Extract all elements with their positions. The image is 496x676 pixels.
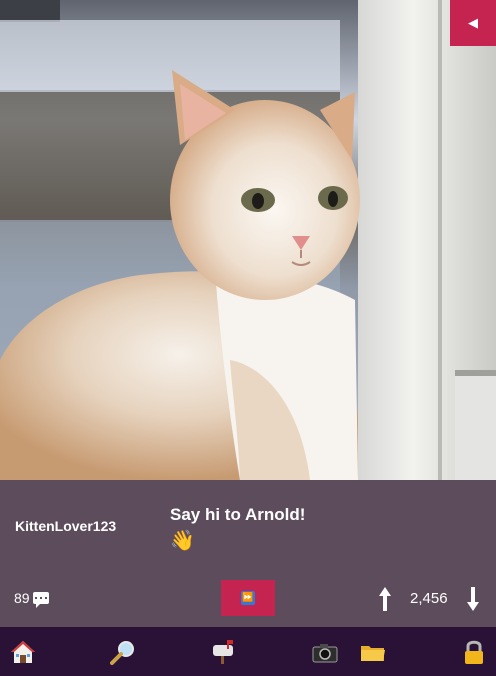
mailbox-icon[interactable] bbox=[211, 639, 237, 665]
downvote-arrow-icon[interactable] bbox=[466, 586, 480, 612]
waving-hand-emoji: 👋 bbox=[170, 528, 195, 552]
fast-forward-icon: ⏩ bbox=[241, 591, 255, 605]
post-caption: Say hi to Arnold! bbox=[170, 505, 306, 524]
comments-button[interactable]: 89 bbox=[14, 590, 49, 608]
folder-icon[interactable] bbox=[360, 639, 386, 665]
back-button[interactable]: ◀ bbox=[450, 0, 496, 46]
home-icon[interactable] bbox=[10, 639, 36, 665]
comment-count: 89 bbox=[14, 590, 30, 606]
post-username[interactable]: KittenLover123 bbox=[15, 518, 116, 534]
search-icon[interactable] bbox=[110, 639, 136, 665]
bottom-nav bbox=[0, 627, 496, 676]
vote-score: 2,456 bbox=[410, 590, 448, 607]
next-post-button[interactable]: ⏩ bbox=[221, 580, 275, 616]
post-info-panel: KittenLover123 Say hi to Arnold! 👋 89 ⏩ … bbox=[0, 480, 496, 627]
upvote-arrow-icon[interactable] bbox=[378, 586, 392, 612]
camera-icon[interactable] bbox=[312, 639, 338, 665]
post-photo: ◀ bbox=[0, 0, 496, 480]
speech-bubble-icon bbox=[32, 592, 49, 608]
lock-icon[interactable] bbox=[461, 639, 487, 665]
